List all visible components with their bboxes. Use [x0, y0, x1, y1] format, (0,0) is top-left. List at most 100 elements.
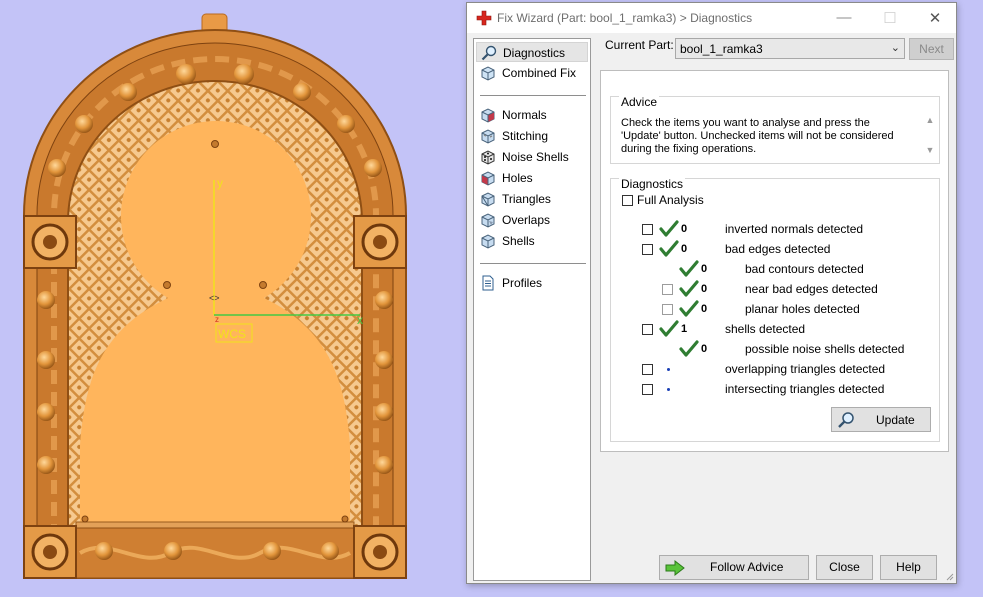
- near-bad-edges-checkbox[interactable]: [662, 284, 673, 295]
- overlaps-cube-icon: [481, 213, 495, 228]
- nav-divider: [480, 263, 586, 264]
- bad-edges-label: bad edges detected: [725, 242, 831, 256]
- bad-edges-count: 0: [681, 243, 688, 255]
- nav-item-profiles[interactable]: Profiles: [476, 273, 588, 293]
- normals-cube-icon: [481, 108, 495, 123]
- fix-wizard-nav: Diagnostics Combined Fix Normals Stitchi…: [473, 38, 591, 581]
- inverted-normals-count: 0: [681, 223, 688, 235]
- advice-title: Advice: [619, 95, 660, 109]
- nav-item-diagnostics[interactable]: Diagnostics: [476, 42, 588, 62]
- part-render: y x <> WCS z: [23, 13, 407, 579]
- update-label: Update: [876, 413, 915, 427]
- nav-item-overlaps[interactable]: Overlaps: [476, 210, 588, 230]
- nav-item-holes[interactable]: Holes: [476, 168, 588, 188]
- nav-divider: [480, 95, 586, 96]
- pending-dot-icon: [667, 368, 670, 371]
- minimize-button[interactable]: —: [821, 3, 867, 33]
- nav-item-label: Combined Fix: [502, 66, 577, 80]
- follow-advice-button[interactable]: Follow Advice: [659, 555, 809, 580]
- diagnostics-group: Diagnostics Full Analysis 0 inverted nor…: [610, 177, 940, 442]
- resize-grip-icon[interactable]: [944, 571, 954, 581]
- planar-holes-count: 0: [701, 303, 708, 315]
- red-cross-icon: [476, 10, 492, 26]
- nav-item-label: Noise Shells: [502, 150, 569, 164]
- inverted-normals-label: inverted normals detected: [725, 222, 864, 236]
- advice-scrollbar[interactable]: ▲ ▼: [923, 115, 937, 161]
- planar-holes-checkbox[interactable]: [662, 304, 673, 315]
- current-part-label: Current Part:: [605, 38, 674, 52]
- diagnostics-magnifier-icon: [481, 45, 497, 61]
- check-icon: [679, 260, 699, 277]
- scroll-up-icon[interactable]: ▲: [923, 115, 937, 125]
- close-button[interactable]: Close: [816, 555, 873, 580]
- nav-item-label: Profiles: [502, 276, 543, 290]
- green-arrow-icon: [665, 559, 685, 577]
- pending-dot-icon: [667, 388, 670, 391]
- nav-item-combined-fix[interactable]: Combined Fix: [476, 63, 588, 83]
- close-icon: ✕: [928, 10, 942, 27]
- planar-holes-label: planar holes detected: [745, 302, 860, 316]
- current-part-value: bool_1_ramka3: [680, 42, 763, 56]
- overlapping-triangles-checkbox[interactable]: [642, 364, 653, 375]
- follow-advice-label: Follow Advice: [710, 560, 784, 574]
- full-analysis-checkbox[interactable]: [622, 195, 633, 206]
- check-icon: [679, 300, 699, 317]
- bad-contours-count: 0: [701, 263, 708, 275]
- y-axis-label: y: [217, 176, 223, 190]
- check-icon: [659, 320, 679, 337]
- triangles-cube-icon: [481, 192, 495, 207]
- nav-item-normals[interactable]: Normals: [476, 105, 588, 125]
- fix-wizard-window: Fix Wizard (Part: bool_1_ramka3) > Diagn…: [466, 2, 957, 584]
- intersecting-triangles-checkbox[interactable]: [642, 384, 653, 395]
- shells-label: shells detected: [725, 322, 806, 336]
- maximize-button[interactable]: ☐: [867, 3, 913, 33]
- bad-edges-checkbox[interactable]: [642, 244, 653, 255]
- near-bad-edges-label: near bad edges detected: [745, 282, 878, 296]
- close-window-button[interactable]: ✕: [912, 3, 958, 33]
- shells-cube-icon: [481, 234, 495, 249]
- nav-item-label: Diagnostics: [503, 46, 566, 60]
- nav-item-noise-shells[interactable]: Noise Shells: [476, 147, 588, 167]
- check-icon: [679, 280, 699, 297]
- profiles-document-icon: [482, 275, 494, 291]
- next-button[interactable]: Next: [909, 38, 954, 60]
- check-icon: [659, 240, 679, 257]
- noise-shells-dice-icon: [481, 150, 495, 165]
- title-bar[interactable]: Fix Wizard (Part: bool_1_ramka3) > Diagn…: [467, 3, 956, 33]
- diagnostics-panel: Advice Check the items you want to analy…: [600, 70, 949, 452]
- diagnostics-title: Diagnostics: [619, 177, 686, 191]
- nav-item-label: Normals: [502, 108, 547, 122]
- chevron-down-icon: ⌄: [890, 42, 900, 54]
- magnifier-icon: [838, 412, 854, 428]
- check-icon: [679, 340, 699, 357]
- svg-text:z: z: [215, 315, 219, 324]
- nav-item-shells[interactable]: Shells: [476, 231, 588, 251]
- shells-count: 1: [681, 323, 688, 335]
- full-analysis-label: Full Analysis: [637, 193, 704, 207]
- combined-fix-cube-icon: [481, 66, 495, 81]
- 3d-viewport[interactable]: y x <> WCS z: [0, 0, 465, 597]
- noise-shells-count: 0: [701, 343, 708, 355]
- origin-marker: <>: [209, 293, 220, 303]
- intersecting-triangles-label: intersecting triangles detected: [725, 382, 885, 396]
- nav-item-stitching[interactable]: Stitching: [476, 126, 588, 146]
- noise-shells-label: possible noise shells detected: [745, 342, 905, 356]
- minimize-icon: —: [836, 9, 852, 26]
- maximize-icon: ☐: [883, 10, 897, 27]
- overlapping-triangles-label: overlapping triangles detected: [725, 362, 886, 376]
- advice-text: Check the items you want to analyse and …: [621, 117, 894, 155]
- shells-checkbox[interactable]: [642, 324, 653, 335]
- holes-cube-icon: [481, 171, 495, 186]
- nav-item-label: Shells: [502, 234, 535, 248]
- stitching-cube-icon: [481, 129, 495, 144]
- advice-group: Advice Check the items you want to analy…: [610, 95, 940, 164]
- current-part-select[interactable]: bool_1_ramka3 ⌄: [675, 38, 905, 59]
- update-button[interactable]: Update: [831, 407, 931, 432]
- nav-item-triangles[interactable]: Triangles: [476, 189, 588, 209]
- inverted-normals-checkbox[interactable]: [642, 224, 653, 235]
- nav-item-label: Holes: [502, 171, 533, 185]
- help-button[interactable]: Help: [880, 555, 937, 580]
- nav-item-label: Triangles: [502, 192, 551, 206]
- scroll-down-icon[interactable]: ▼: [923, 145, 937, 155]
- window-title: Fix Wizard (Part: bool_1_ramka3) > Diagn…: [497, 11, 753, 25]
